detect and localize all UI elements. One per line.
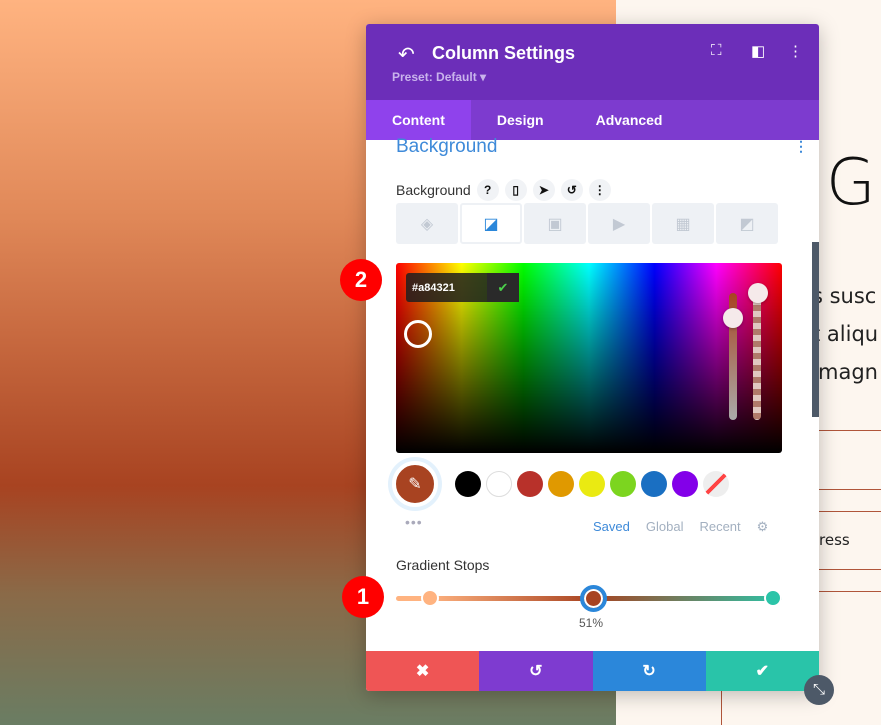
divider — [818, 489, 881, 490]
pattern-icon[interactable]: ▦ — [652, 203, 714, 244]
page-list-item: ress — [819, 531, 850, 549]
opacity-slider[interactable] — [753, 293, 761, 420]
reset-icon[interactable]: ↺ — [560, 179, 583, 201]
annotation-marker: 1 — [342, 576, 384, 618]
hex-input[interactable]: #a84321 ✔ — [406, 273, 519, 302]
hex-value[interactable]: #a84321 — [406, 273, 487, 302]
palette-tab-saved[interactable]: Saved — [593, 519, 630, 535]
hover-cursor-icon[interactable]: ➤ — [532, 179, 555, 201]
panel-header: ↶ Column Settings Preset: Default ▾ ⛶ ◧ … — [366, 24, 819, 100]
column-settings-panel: ↶ Column Settings Preset: Default ▾ ⛶ ◧ … — [366, 24, 819, 691]
background-option-row: Background ? ▯ ➤ ↺ ⋮ — [396, 179, 611, 201]
section-title[interactable]: Background — [396, 136, 497, 158]
fullscreen-icon[interactable]: ⛶ — [711, 42, 722, 59]
color-bucket-icon[interactable]: ◈ — [396, 203, 458, 244]
swatch-green[interactable] — [610, 471, 636, 497]
redo-button[interactable]: ↻ — [592, 651, 706, 691]
cancel-button[interactable]: ✖ — [366, 651, 480, 691]
tab-advanced[interactable]: Advanced — [570, 100, 689, 140]
more-colors-icon[interactable]: ••• — [405, 514, 423, 530]
color-picker-area[interactable]: #a84321 ✔ — [396, 263, 782, 453]
more-options-icon[interactable]: ⋮ — [788, 42, 803, 60]
background-type-tabs: ◈ ◪ ▣ ▶ ▦ ◩ — [396, 203, 778, 244]
swatch-white[interactable] — [486, 471, 512, 497]
save-button[interactable]: ✔ — [705, 651, 819, 691]
swatch-yellow[interactable] — [579, 471, 605, 497]
page-heading: G — [826, 146, 876, 220]
layout-icon[interactable]: ◧ — [751, 42, 765, 60]
divider — [818, 591, 881, 592]
swatch-blue[interactable] — [641, 471, 667, 497]
eyedropper-icon[interactable]: ✎ — [392, 461, 438, 507]
gear-icon[interactable]: ⚙ — [757, 519, 769, 535]
swatch-purple[interactable] — [672, 471, 698, 497]
undo-button[interactable]: ↺ — [479, 651, 593, 691]
swatch-orange[interactable] — [548, 471, 574, 497]
divider — [818, 430, 881, 431]
gradient-stop-position: 51% — [579, 616, 604, 630]
gradient-stop[interactable] — [421, 589, 439, 607]
hue-slider-knob[interactable] — [723, 308, 743, 328]
video-icon[interactable]: ▶ — [588, 203, 650, 244]
more-icon[interactable]: ⋮ — [588, 179, 611, 201]
divider — [818, 569, 881, 570]
panel-tabs: Content Design Advanced — [366, 100, 819, 140]
panel-title: Column Settings — [432, 43, 575, 63]
tab-content[interactable]: Content — [366, 100, 471, 140]
gradient-icon[interactable]: ◪ — [460, 203, 522, 244]
panel-footer: ✖ ↺ ↻ ✔ — [366, 651, 819, 691]
palette-tab-recent[interactable]: Recent — [699, 519, 740, 535]
background-label: Background — [396, 182, 471, 198]
mask-icon[interactable]: ◩ — [716, 203, 778, 244]
scrollbar[interactable] — [812, 242, 819, 417]
preset-dropdown[interactable]: Preset: Default ▾ — [392, 70, 486, 84]
divider — [818, 511, 881, 512]
check-icon[interactable]: ✔ — [487, 273, 519, 302]
page-text-line: s susc — [812, 284, 877, 308]
gradient-stop-selected[interactable] — [580, 585, 607, 612]
color-handle[interactable] — [404, 320, 432, 348]
tab-design[interactable]: Design — [471, 100, 570, 140]
gradient-stops-label: Gradient Stops — [396, 557, 490, 573]
palette-tab-global[interactable]: Global — [646, 519, 684, 535]
palette-tabs: Saved Global Recent ⚙ — [593, 519, 768, 535]
divider — [721, 691, 722, 725]
page-text-line: t aliqu — [812, 322, 879, 346]
resize-icon[interactable]: ⤡ — [804, 675, 834, 705]
page-text-line: magn — [818, 360, 878, 384]
mobile-icon[interactable]: ▯ — [504, 179, 527, 201]
image-icon[interactable]: ▣ — [524, 203, 586, 244]
help-icon[interactable]: ? — [476, 179, 499, 201]
annotation-marker: 2 — [340, 259, 382, 301]
section-options-icon[interactable]: ⋮ — [794, 138, 808, 155]
swatch-transparent[interactable] — [703, 471, 729, 497]
back-icon[interactable]: ↶ — [398, 42, 415, 67]
gradient-stop[interactable] — [764, 589, 782, 607]
opacity-slider-knob[interactable] — [748, 283, 768, 303]
swatch-black[interactable] — [455, 471, 481, 497]
swatch-red[interactable] — [517, 471, 543, 497]
color-swatches: ✎ — [392, 461, 729, 507]
